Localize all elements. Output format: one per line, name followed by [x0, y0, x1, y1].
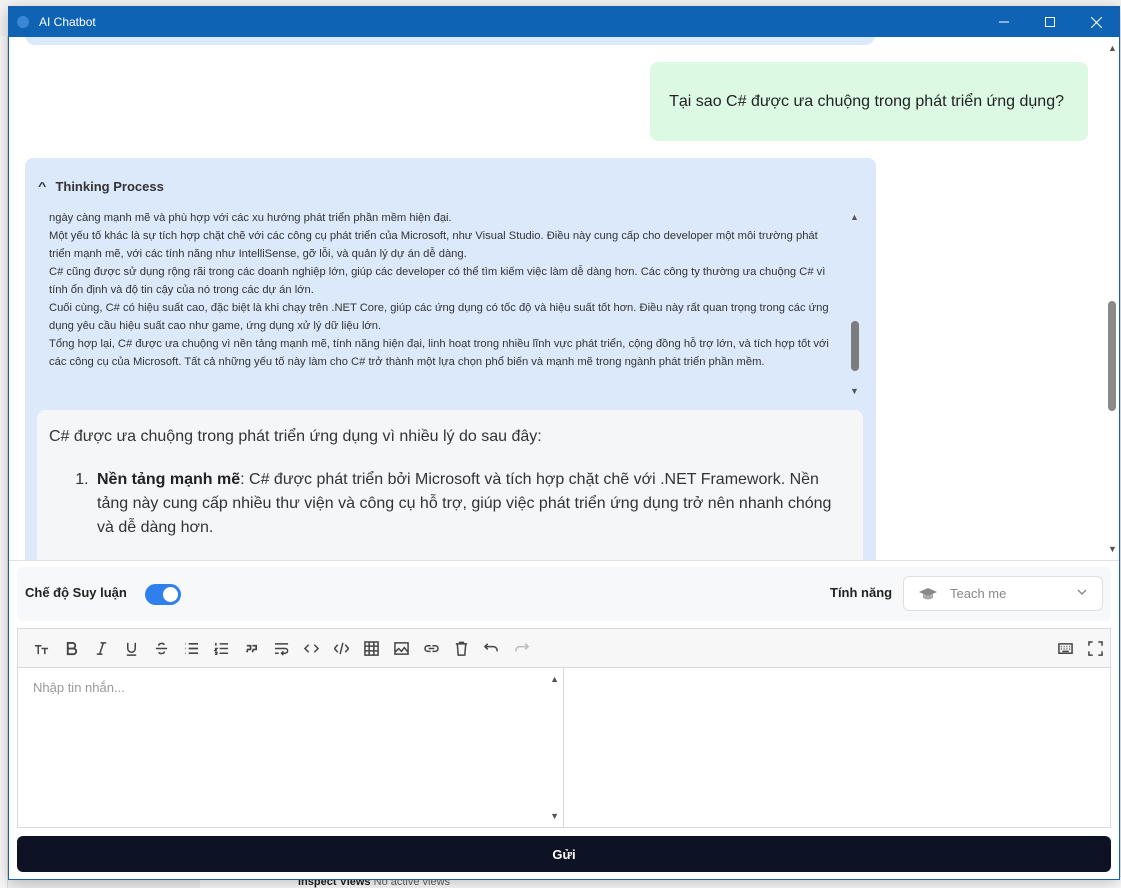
image-icon	[393, 641, 409, 655]
feature-label: Tính năng	[830, 585, 893, 600]
editor-input-pane: ▲ ▼	[18, 668, 564, 827]
answer-list: Nền tảng mạnh mẽ: C# được phát triển bởi…	[49, 468, 851, 540]
wrap-button[interactable]	[266, 634, 296, 662]
minimize-icon	[999, 21, 1009, 23]
strikethrough-icon	[155, 642, 167, 654]
chat-scroll-thumb[interactable]	[1108, 301, 1116, 411]
title-bar[interactable]: AI Chatbot	[9, 7, 1119, 37]
code-block-button[interactable]	[326, 634, 356, 662]
image-button[interactable]	[386, 634, 416, 662]
close-icon	[1090, 16, 1102, 28]
editor-toolbar	[18, 629, 1110, 668]
underline-button[interactable]	[116, 634, 146, 662]
chatbot-window: AI Chatbot Tại sao C# được ưa chuộng tro…	[8, 6, 1120, 880]
send-button[interactable]: Gửi	[17, 836, 1111, 872]
underline-icon	[126, 642, 136, 656]
keyboard-button[interactable]	[1050, 634, 1080, 662]
thinking-line: C# cũng được sử dụng rộng rãi trong các …	[49, 266, 826, 296]
thinking-line: Một yếu tố khác là sự tích hợp chặt chẽ …	[49, 230, 818, 260]
settings-bar: Chế độ Suy luận Tính năng Teach me	[17, 567, 1111, 621]
background-left-strip	[0, 36, 8, 888]
chat-messages[interactable]: Tại sao C# được ưa chuộng trong phát tri…	[9, 37, 1119, 560]
italic-icon	[96, 641, 106, 655]
thinking-line: Cuối cùng, C# có hiệu suất cao, đặc biệt…	[49, 302, 829, 332]
bullet-list-button[interactable]	[176, 634, 206, 662]
reasoning-mode-toggle[interactable]	[145, 584, 181, 605]
thinking-header-label: Thinking Process	[55, 179, 164, 194]
heading-button[interactable]	[26, 634, 56, 662]
bold-icon	[66, 641, 77, 655]
chevron-down-icon	[1077, 589, 1087, 595]
code-icon	[303, 643, 319, 653]
thinking-scroll-thumb[interactable]	[851, 321, 859, 371]
scroll-up-arrow-icon[interactable]: ▲	[1108, 43, 1117, 53]
thinking-line: ngày càng mạnh mẽ và phù hợp với các xu …	[49, 212, 452, 224]
chevron-up-icon: ^	[38, 180, 47, 193]
code-block-icon	[333, 642, 349, 654]
redo-icon	[514, 642, 529, 651]
link-icon	[423, 644, 439, 652]
redo-button[interactable]	[506, 634, 536, 662]
answer-content: C# được ưa chuộng trong phát triển ứng d…	[37, 410, 863, 560]
thinking-toggle[interactable]: ^ Thinking Process	[38, 179, 164, 194]
toggle-knob	[163, 587, 178, 602]
bold-button[interactable]	[56, 634, 86, 662]
maximize-icon	[1045, 17, 1055, 27]
message-input[interactable]	[18, 668, 548, 818]
undo-button[interactable]	[476, 634, 506, 662]
maximize-button[interactable]	[1027, 7, 1073, 37]
feature-select[interactable]: Teach me	[903, 576, 1103, 611]
answer-item-title: Nền tảng mạnh mẽ	[97, 471, 241, 488]
numbered-list-icon	[213, 642, 228, 655]
user-message: Tại sao C# được ưa chuộng trong phát tri…	[650, 62, 1088, 141]
chat-scrollbar[interactable]: ▲ ▼	[1105, 37, 1119, 560]
assistant-message: ^ Thinking Process ngày càng mạnh mẽ và …	[25, 158, 876, 560]
chat-divider	[9, 560, 1119, 561]
numbered-list-button[interactable]	[206, 634, 236, 662]
thinking-scrollbar[interactable]: ▲ ▼	[848, 209, 862, 399]
trash-icon	[455, 641, 467, 656]
link-button[interactable]	[416, 634, 446, 662]
answer-list-item: Nền tảng mạnh mẽ: C# được phát triển bởi…	[93, 468, 851, 540]
reasoning-mode-label: Chế độ Suy luận	[25, 585, 127, 600]
scroll-down-arrow-icon[interactable]: ▼	[550, 811, 559, 821]
undo-icon	[483, 642, 498, 651]
close-button[interactable]	[1073, 7, 1119, 37]
answer-intro: C# được ưa chuộng trong phát triển ứng d…	[49, 428, 542, 445]
feature-select-value: Teach me	[950, 586, 1007, 601]
graduation-cap-icon	[919, 587, 937, 599]
editor-preview-pane	[565, 668, 1110, 827]
italic-button[interactable]	[86, 634, 116, 662]
thinking-content[interactable]: ngày càng mạnh mẽ và phù hợp với các xu …	[49, 209, 839, 399]
app-icon	[17, 16, 29, 28]
heading-icon	[34, 644, 48, 654]
message-editor: ▲ ▼	[17, 628, 1111, 828]
table-icon	[363, 640, 379, 656]
thinking-line: Tổng hợp lại, C# được ưa chuộng vì nền t…	[49, 338, 829, 368]
clear-button[interactable]	[446, 634, 476, 662]
text-wrap-icon	[274, 642, 288, 656]
strikethrough-button[interactable]	[146, 634, 176, 662]
bullet-list-icon	[184, 642, 198, 654]
inline-code-button[interactable]	[296, 634, 326, 662]
scroll-down-arrow-icon[interactable]: ▼	[850, 386, 859, 396]
scroll-up-arrow-icon[interactable]: ▲	[850, 212, 859, 222]
minimize-button[interactable]	[981, 7, 1027, 37]
table-button[interactable]	[356, 634, 386, 662]
fullscreen-button[interactable]	[1080, 634, 1110, 662]
window-title: AI Chatbot	[39, 15, 96, 29]
previous-message-bubble	[25, 37, 875, 45]
user-message-text: Tại sao C# được ưa chuộng trong phát tri…	[669, 92, 1064, 110]
fullscreen-icon	[1087, 640, 1103, 656]
quote-button[interactable]	[236, 634, 266, 662]
keyboard-icon	[1057, 642, 1073, 654]
scroll-down-arrow-icon[interactable]: ▼	[1108, 544, 1117, 554]
quote-icon	[245, 644, 257, 653]
scroll-up-arrow-icon[interactable]: ▲	[550, 674, 559, 684]
